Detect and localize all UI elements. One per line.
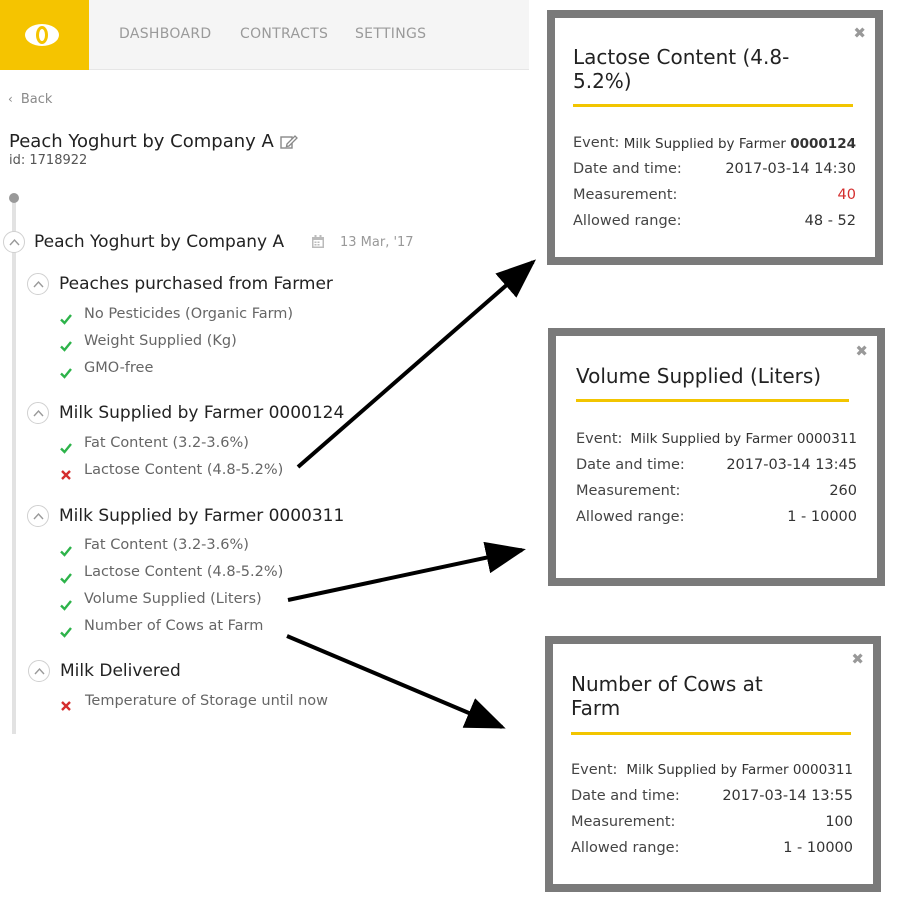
popup-body: ✖ Number of Cows at Farm Event: Milk Sup…: [553, 644, 873, 884]
collapse-toggle-root[interactable]: [3, 231, 25, 253]
product-id: id: 1718922: [9, 153, 88, 168]
app-logo[interactable]: [0, 0, 89, 70]
measurement-label: Measurement:: [571, 814, 676, 830]
event-title[interactable]: Peaches purchased from Farmer: [59, 274, 333, 294]
check-icon: [60, 310, 72, 325]
cross-icon: [60, 466, 72, 480]
collapse-toggle-event[interactable]: [27, 402, 49, 424]
check-icon: [60, 364, 72, 379]
chevron-up-icon: [34, 667, 45, 675]
cross-icon: [60, 697, 72, 711]
popup-divider: [576, 399, 849, 402]
root-event-date: 13 Mar, '17: [340, 235, 414, 250]
arrow-to-cows-popup: [286, 634, 506, 729]
check-icon: [60, 439, 72, 454]
check-icon: [60, 623, 72, 638]
top-nav-bar: DASHBOARD CONTRACTS SETTINGS: [0, 0, 529, 70]
close-icon[interactable]: ✖: [855, 342, 868, 360]
criterion-item[interactable]: Number of Cows at Farm: [84, 618, 263, 634]
back-label: Back: [20, 92, 53, 107]
chevron-up-icon: [33, 409, 44, 417]
event-title[interactable]: Milk Delivered: [60, 661, 181, 681]
event-label: Event:: [571, 762, 618, 778]
timeline-line: [12, 200, 16, 734]
criterion-item[interactable]: Volume Supplied (Liters): [84, 591, 262, 607]
timeline-start-dot: [9, 193, 19, 203]
date-label: Date and time:: [571, 788, 680, 804]
event-value: Milk Supplied by Farmer 0000311: [626, 762, 853, 778]
popup-number-of-cows: ✖ Number of Cows at Farm Event: Milk Sup…: [545, 636, 881, 892]
criterion-item[interactable]: Lactose Content (4.8-5.2%): [84, 564, 283, 580]
range-label: Allowed range:: [571, 840, 680, 856]
collapse-toggle-event[interactable]: [27, 273, 49, 295]
event-title[interactable]: Milk Supplied by Farmer 0000311: [59, 506, 344, 526]
criterion-item[interactable]: GMO-free: [84, 360, 153, 376]
arrow-to-lactose-popup: [296, 259, 537, 469]
page-title: Peach Yoghurt by Company A: [9, 131, 274, 152]
date-value: 2017-03-14 14:30: [725, 161, 856, 177]
eye-logo-icon: [25, 24, 59, 46]
arrow-to-volume-popup: [287, 541, 526, 602]
event-value: Milk Supplied by Farmer 0000124: [623, 136, 856, 152]
popup-divider: [573, 104, 853, 107]
chevron-left-icon: ‹: [8, 92, 13, 106]
date-label: Date and time:: [576, 457, 685, 473]
back-link[interactable]: ‹ Back: [8, 92, 52, 107]
event-title[interactable]: Milk Supplied by Farmer 0000124: [59, 403, 344, 423]
nav-contracts[interactable]: CONTRACTS: [240, 26, 328, 42]
calendar-icon: [312, 235, 324, 248]
popup-divider: [571, 732, 851, 735]
close-icon[interactable]: ✖: [853, 24, 866, 42]
range-label: Allowed range:: [573, 213, 682, 229]
criterion-item[interactable]: Lactose Content (4.8-5.2%): [84, 462, 283, 478]
chevron-up-icon: [33, 512, 44, 520]
check-icon: [60, 337, 72, 352]
popup-title: Lactose Content (4.8-5.2%): [573, 45, 790, 93]
measurement-value: 260: [829, 483, 857, 499]
event-label: Event:: [573, 135, 620, 151]
chevron-up-icon: [33, 280, 44, 288]
popup-lactose-content: ✖ Lactose Content (4.8-5.2%) Event: Milk…: [547, 10, 883, 265]
range-value: 48 - 52: [804, 213, 856, 229]
collapse-toggle-event[interactable]: [28, 660, 50, 682]
nav-settings[interactable]: SETTINGS: [355, 26, 426, 42]
edit-icon[interactable]: [280, 134, 298, 150]
check-icon: [60, 542, 72, 557]
event-value: Milk Supplied by Farmer 0000311: [630, 431, 857, 447]
date-value: 2017-03-14 13:45: [726, 457, 857, 473]
range-value: 1 - 10000: [787, 509, 857, 525]
criterion-item[interactable]: Weight Supplied (Kg): [84, 333, 237, 349]
chevron-up-icon: [9, 238, 20, 246]
measurement-label: Measurement:: [576, 483, 681, 499]
date-value: 2017-03-14 13:55: [722, 788, 853, 804]
measurement-value: 100: [825, 814, 853, 830]
criterion-item[interactable]: Fat Content (3.2-3.6%): [84, 435, 249, 451]
popup-volume-supplied: ✖ Volume Supplied (Liters) Event: Milk S…: [548, 328, 885, 586]
check-icon: [60, 596, 72, 611]
date-label: Date and time:: [573, 161, 682, 177]
criterion-item[interactable]: Temperature of Storage until now: [85, 693, 328, 709]
check-icon: [60, 569, 72, 584]
event-label: Event:: [576, 431, 623, 447]
nav-dashboard[interactable]: DASHBOARD: [119, 26, 211, 42]
criterion-item[interactable]: No Pesticides (Organic Farm): [84, 306, 293, 322]
root-event-title[interactable]: Peach Yoghurt by Company A: [34, 232, 284, 252]
popup-title: Number of Cows at Farm: [571, 672, 763, 720]
popup-title: Volume Supplied (Liters): [576, 364, 822, 388]
criterion-item[interactable]: Fat Content (3.2-3.6%): [84, 537, 249, 553]
popup-body: ✖ Lactose Content (4.8-5.2%) Event: Milk…: [555, 18, 875, 257]
measurement-label: Measurement:: [573, 187, 678, 203]
range-value: 1 - 10000: [783, 840, 853, 856]
measurement-value: 40: [837, 187, 856, 203]
collapse-toggle-event[interactable]: [27, 505, 49, 527]
close-icon[interactable]: ✖: [851, 650, 864, 668]
popup-body: ✖ Volume Supplied (Liters) Event: Milk S…: [556, 336, 877, 578]
range-label: Allowed range:: [576, 509, 685, 525]
